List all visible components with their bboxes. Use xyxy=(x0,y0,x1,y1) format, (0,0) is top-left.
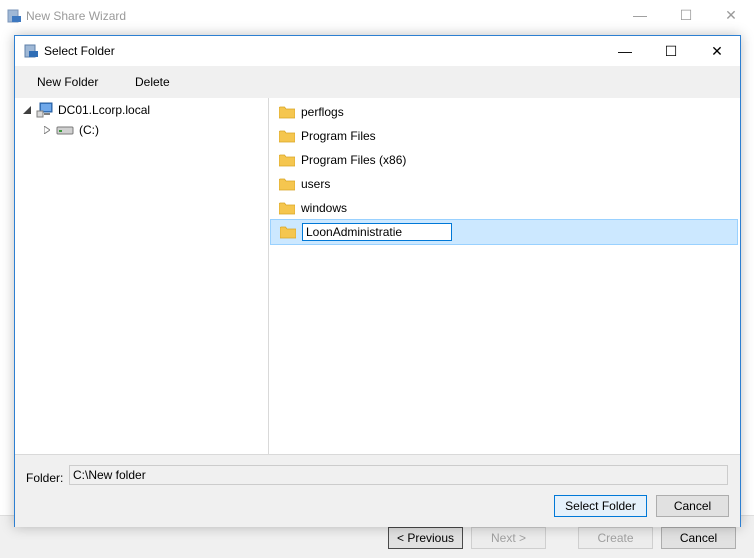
list-item-label: Program Files (x86) xyxy=(301,153,407,167)
dialog-cancel-button[interactable]: Cancel xyxy=(656,495,729,517)
dialog-close-button[interactable]: ✕ xyxy=(694,36,740,66)
list-item-label: perflogs xyxy=(301,105,344,119)
dialog-title: Select Folder xyxy=(44,44,115,58)
folder-icon xyxy=(279,106,295,118)
wizard-cancel-button[interactable]: Cancel xyxy=(661,527,736,549)
wizard-close-button[interactable]: ✕ xyxy=(708,0,754,30)
list-item[interactable]: perflogs xyxy=(270,100,738,124)
drive-icon xyxy=(56,126,74,135)
tree-server-label: DC01.Lcorp.local xyxy=(58,103,151,117)
folder-list: perflogs Program Files Program Files (x8… xyxy=(270,98,740,454)
share-wizard-icon xyxy=(24,44,38,58)
dialog-bottom-area: Folder: C:\New folder Select Folder Canc… xyxy=(15,454,740,527)
wizard-title: New Share Wizard xyxy=(26,9,127,23)
select-folder-button[interactable]: Select Folder xyxy=(554,495,647,517)
next-button[interactable]: Next > xyxy=(471,527,546,549)
folder-icon xyxy=(279,154,295,166)
list-item-renaming[interactable] xyxy=(270,219,738,245)
select-folder-dialog: Select Folder — ☐ ✕ New Folder Delete DC… xyxy=(14,35,741,527)
tree-drive-label: (C:) xyxy=(79,123,99,137)
folder-tree: DC01.Lcorp.local (C:) xyxy=(15,98,269,454)
dialog-maximize-button[interactable]: ☐ xyxy=(648,36,694,66)
wizard-titlebar: New Share Wizard — ☐ ✕ xyxy=(0,0,754,32)
expand-arrow-icon[interactable] xyxy=(42,125,52,135)
dialog-titlebar: Select Folder — ☐ ✕ xyxy=(15,36,740,66)
wizard-maximize-button[interactable]: ☐ xyxy=(663,0,709,30)
folder-path-field[interactable]: C:\New folder xyxy=(69,465,728,485)
folder-icon xyxy=(279,178,295,190)
rename-folder-input[interactable] xyxy=(302,223,452,241)
list-item[interactable]: windows xyxy=(270,196,738,220)
folder-icon xyxy=(280,226,296,238)
delete-button[interactable]: Delete xyxy=(135,75,170,89)
dialog-toolbar: New Folder Delete xyxy=(15,66,740,98)
server-icon xyxy=(36,102,53,118)
list-item-label: windows xyxy=(301,201,348,215)
list-item[interactable]: Program Files (x86) xyxy=(270,148,738,172)
list-item[interactable]: users xyxy=(270,172,738,196)
previous-button[interactable]: < Previous xyxy=(388,527,463,549)
wizard-minimize-button[interactable]: — xyxy=(617,0,663,30)
create-button[interactable]: Create xyxy=(578,527,653,549)
list-item-label: users xyxy=(301,177,331,191)
folder-icon xyxy=(279,202,295,214)
dialog-minimize-button[interactable]: — xyxy=(602,36,648,66)
collapse-arrow-icon[interactable] xyxy=(22,105,32,115)
list-item[interactable]: Program Files xyxy=(270,124,738,148)
new-folder-button[interactable]: New Folder xyxy=(37,75,98,89)
list-item-label: Program Files xyxy=(301,129,376,143)
folder-icon xyxy=(279,130,295,142)
tree-item-drive-c[interactable]: (C:) xyxy=(42,120,99,140)
share-wizard-icon xyxy=(7,9,21,23)
tree-item-server[interactable]: DC01.Lcorp.local xyxy=(22,100,150,120)
folder-path-label: Folder: xyxy=(26,471,64,485)
